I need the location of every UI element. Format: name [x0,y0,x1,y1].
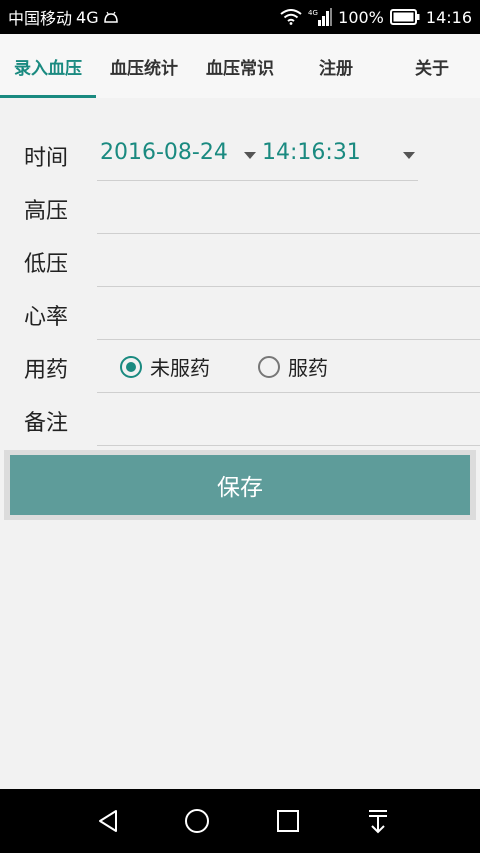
heart-rate-row: 心率 [0,287,480,340]
navigation-bar [0,789,480,853]
heart-rate-label: 心率 [24,305,69,330]
date-dropdown-icon[interactable] [244,152,256,159]
status-time: 14:16 [425,7,472,27]
note-row: 备注 [0,393,480,446]
save-button-container: 保存 [4,450,476,520]
tab-bar: 录入血压 血压统计 血压常识 注册 关于 [0,34,480,98]
high-pressure-label: 高压 [24,199,69,224]
back-icon[interactable] [94,807,122,835]
high-pressure-row: 高压 [0,181,480,234]
time-picker[interactable]: 14:16:31 [262,140,361,165]
signal-label: 4G [308,9,318,17]
tab-record-bp[interactable]: 录入血压 [0,34,96,98]
radio-medication[interactable]: 服药 [258,352,328,381]
carrier-text: 中国移动 [8,9,73,28]
save-button[interactable]: 保存 [10,455,470,515]
low-pressure-label: 低压 [24,252,69,277]
medication-row: 用药 未服药 服药 [0,340,480,393]
time-label: 时间 [24,146,69,171]
tab-bp-knowledge[interactable]: 血压常识 [192,34,288,98]
radio-no-medication[interactable]: 未服药 [120,352,210,381]
status-bar: 中国移动 4G 4G 100% 14:16 [0,0,480,34]
note-input[interactable] [97,445,480,446]
radio-checked-icon [120,355,142,378]
radio-unchecked-icon [258,355,280,378]
low-pressure-row: 低压 [0,234,480,287]
wifi-icon [280,9,302,25]
date-picker[interactable]: 2016-08-24 [100,140,228,165]
android-icon [103,11,119,23]
note-label: 备注 [24,411,69,436]
signal-icon: 4G [308,8,333,26]
battery-icon [389,9,420,25]
medication-label: 用药 [24,358,69,383]
network-text: 4G [76,7,99,27]
radio-medication-label: 服药 [288,356,328,380]
home-icon[interactable] [183,807,211,835]
notification-down-icon[interactable] [364,807,392,835]
radio-no-medication-label: 未服药 [150,356,210,380]
time-dropdown-icon[interactable] [403,152,415,159]
tab-register[interactable]: 注册 [288,34,384,98]
recent-apps-icon[interactable] [274,807,302,835]
time-row: 时间 2016-08-24 14:16:31 [0,128,480,181]
tab-about[interactable]: 关于 [384,34,480,98]
battery-percent: 100% [338,7,384,27]
tab-bp-stats[interactable]: 血压统计 [96,34,192,98]
